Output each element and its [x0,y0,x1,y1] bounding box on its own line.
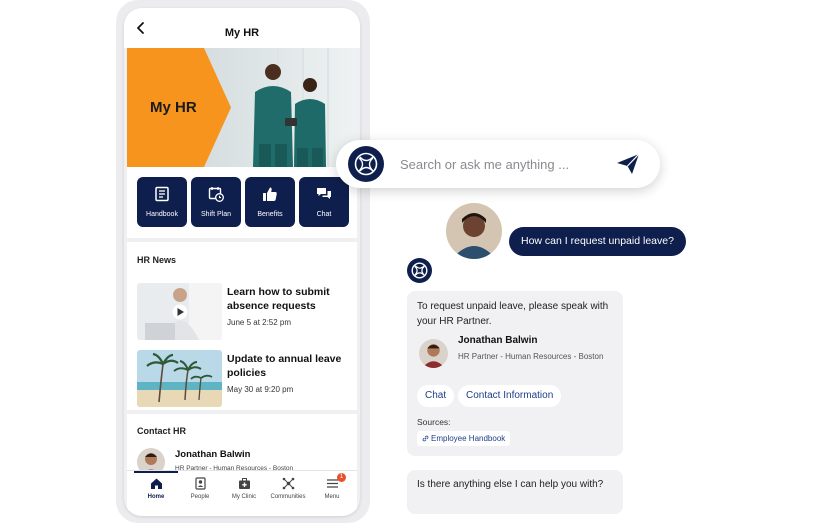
assistant-search-bar [336,140,660,188]
home-icon [150,478,162,489]
notification-badge: 1 [337,473,346,482]
send-icon[interactable] [616,153,640,175]
tab-my-clinic[interactable]: My Clinic [222,477,266,511]
tab-label: People [190,494,210,500]
search-input[interactable] [400,155,600,173]
banner-title: My HR [150,99,197,116]
assistant-logo-icon [407,258,432,283]
tab-label: Communities [270,494,306,500]
contact-name: Jonathan Balwin [458,335,538,346]
user-avatar [446,203,502,259]
contact-information-chip-button[interactable]: Contact Information [458,385,562,407]
assistant-message: Is there anything else I can help you wi… [417,479,604,490]
source-link-label: Employee Handbook [431,434,506,443]
tab-people[interactable]: People [178,477,222,511]
active-tab-indicator [134,471,178,473]
news-thumbnail [137,350,222,407]
calendar-clock-icon [208,187,224,202]
assistant-followup-card: Is there anything else I can help you wi… [407,470,623,514]
tab-label: Home [147,494,165,500]
news-thumbnail [137,283,222,340]
contact-name[interactable]: Jonathan Balwin [175,449,250,460]
section-title: Contact HR [137,426,186,436]
bottom-tab-bar: Home People My Clinic Communities 1 Menu [127,470,357,516]
news-date: May 30 at 9:20 pm [227,385,294,394]
chat-label: Chat [316,211,332,218]
tab-label: Menu [324,494,340,500]
tab-menu[interactable]: 1 Menu [310,473,354,511]
shift-plan-label: Shift Plan [201,211,231,218]
assistant-logo-icon [348,146,384,182]
user-message-bubble: How can I request unpaid leave? [509,227,686,256]
news-headline: Update to annual leave policies [227,353,342,379]
thumbs-up-icon [263,187,277,201]
tab-home[interactable]: Home [134,477,178,511]
shift-plan-button[interactable]: Shift Plan [191,177,241,227]
chat-button[interactable]: Chat [299,177,349,227]
section-title: HR News [137,255,177,265]
tab-label: My Clinic [231,494,257,500]
chat-bubbles-icon [317,188,331,199]
news-date: June 5 at 2:52 pm [227,318,292,327]
quick-actions: Handbook Shift Plan Benefits Chat [127,167,357,238]
news-item[interactable]: Learn how to submit absence requests Jun… [137,283,351,341]
hr-news-section: HR News Learn how to submit absence requ… [127,242,357,410]
beach-thumbnail-image [137,350,222,407]
source-link[interactable]: Employee Handbook [417,431,511,446]
tab-communities[interactable]: Communities [266,477,310,511]
link-icon [422,435,429,442]
benefits-button[interactable]: Benefits [245,177,295,227]
handbook-label: Handbook [146,211,178,218]
page-title: My HR [224,27,260,39]
sources-label: Sources: [417,417,451,427]
handbook-button[interactable]: Handbook [137,177,187,227]
avatar [419,339,448,368]
book-icon [155,186,169,202]
contact-role: HR Partner - Human Resources - Boston [458,352,604,361]
clinic-bag-icon [238,478,250,489]
assistant-message: To request unpaid leave, please speak wi… [417,301,609,327]
network-icon [282,477,294,490]
benefits-label: Benefits [257,211,283,218]
news-item[interactable]: Update to annual leave policies May 30 a… [137,350,351,408]
chat-chip-button[interactable]: Chat [417,385,455,407]
news-headline: Learn how to submit absence requests [227,286,330,312]
people-icon [194,477,206,490]
assistant-response-card: To request unpaid leave, please speak wi… [407,291,623,456]
video-thumbnail-image [137,283,222,340]
phone-screen: My HR My HR Handbook Shift Plan Benefits… [124,8,360,516]
hero-banner: My HR [127,48,357,167]
app-header: My HR [124,8,360,48]
